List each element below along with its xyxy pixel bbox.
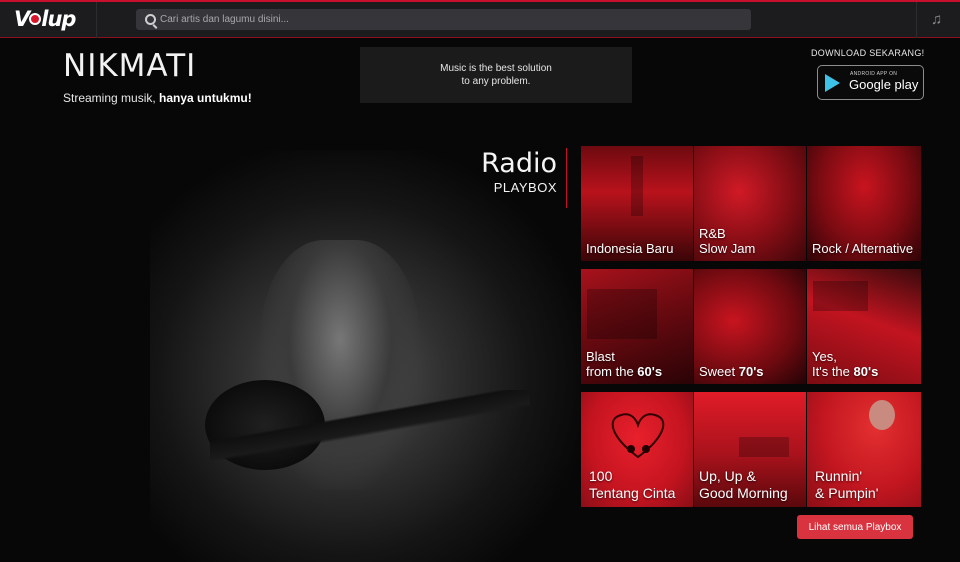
logo-record-icon xyxy=(29,13,42,25)
playbox-subheading: PLAYBOX xyxy=(493,180,557,195)
playbox-tile-runnin-pumpin[interactable]: Runnin' & Pumpin' xyxy=(807,392,921,507)
playbox-tile-80s[interactable]: Yes, It's the 80's xyxy=(807,269,921,384)
guitarist-photo xyxy=(150,150,580,562)
see-all-playbox-button[interactable]: Lihat semua Playbox xyxy=(797,515,913,539)
heading-divider xyxy=(566,148,567,208)
divider xyxy=(916,2,917,38)
google-play-badge[interactable]: ANDROID APP ON Google play xyxy=(817,65,924,100)
playbox-tile-70s[interactable]: Sweet 70's xyxy=(694,269,806,384)
playbox-tile-rnb-slow-jam[interactable]: R&B Slow Jam xyxy=(694,146,806,261)
top-bar: Vlup ♫ xyxy=(0,0,960,38)
divider xyxy=(96,2,97,38)
quote-banner: Music is the best solution to any proble… xyxy=(360,47,632,103)
playbox-tile-indonesia-baru[interactable]: Indonesia Baru xyxy=(581,146,693,261)
quote-line: to any problem. xyxy=(461,76,531,87)
playbox-tile-100-tentang-cinta[interactable]: 100 Tentang Cinta xyxy=(581,392,693,507)
search-bar[interactable] xyxy=(136,9,751,30)
playbox-tile-up-up-good-morning[interactable]: Up, Up & Good Morning xyxy=(694,392,806,507)
page-title: NIKMATI xyxy=(63,48,197,84)
search-icon xyxy=(145,14,156,25)
quote-line: Music is the best solution xyxy=(440,63,552,74)
playbox-tile-60s[interactable]: Blast from the 60's xyxy=(581,269,693,384)
heart-earphones-icon xyxy=(611,413,665,459)
search-input[interactable] xyxy=(160,9,740,30)
playbox-tile-rock-alternative[interactable]: Rock / Alternative xyxy=(807,146,921,261)
tagline: Streaming musik, hanya untukmu! xyxy=(63,91,252,105)
play-store-icon xyxy=(825,74,840,92)
music-note-icon[interactable]: ♫ xyxy=(931,11,942,28)
volup-logo[interactable]: Vlup xyxy=(14,7,76,31)
download-label: DOWNLOAD SEKARANG! xyxy=(811,48,925,58)
radio-heading: Radio xyxy=(481,148,557,179)
